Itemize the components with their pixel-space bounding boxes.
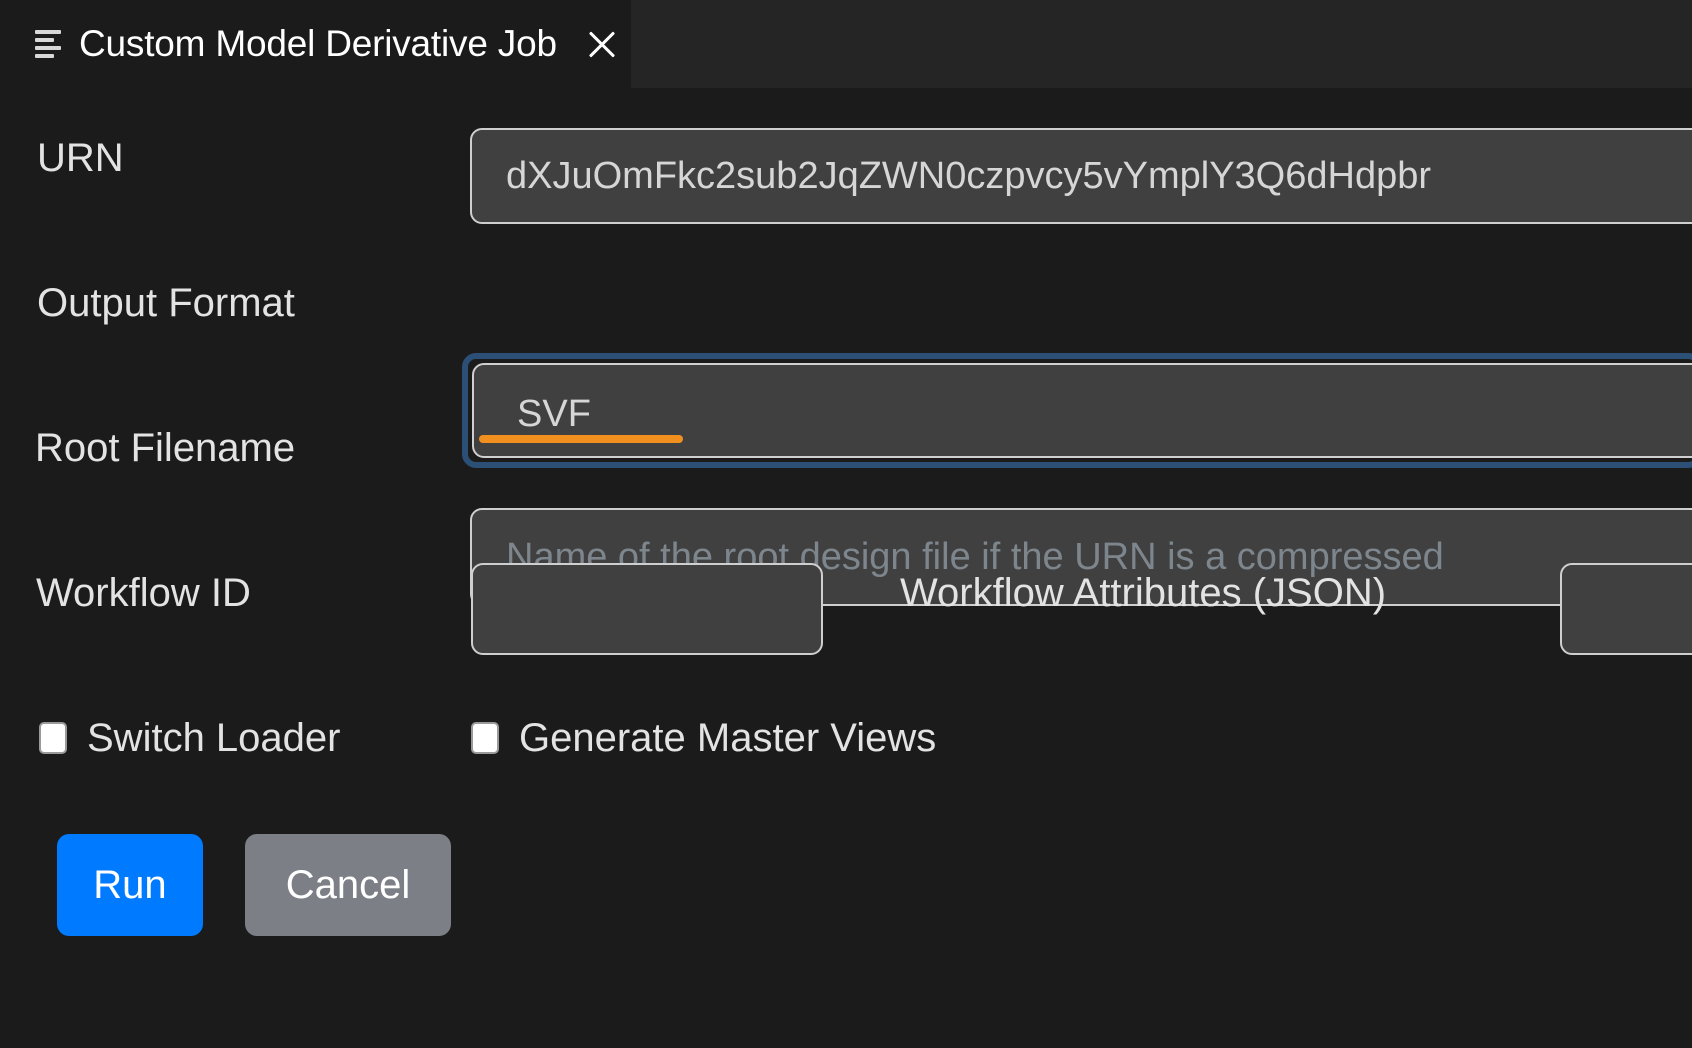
checkbox-switch-loader[interactable]: Switch Loader [39,718,340,758]
hamburger-line [35,46,61,50]
output-format-label: Output Format [37,283,295,323]
hamburger-line [35,30,61,34]
job-form: URN dXJuOmFkc2sub2JqZWN0czpvcy5vYmplY3Q6… [0,88,1692,1048]
checkbox-switch-loader-label: Switch Loader [87,718,340,758]
run-button[interactable]: Run [57,834,203,936]
urn-input[interactable]: dXJuOmFkc2sub2JqZWN0czpvcy5vYmplY3Q6dHdp… [470,128,1692,224]
checkbox-generate-master-views[interactable]: Generate Master Views [471,718,936,758]
urn-value: dXJuOmFkc2sub2JqZWN0czpvcy5vYmplY3Q6dHdp… [506,157,1431,195]
page-title: Custom Model Derivative Job [79,23,557,65]
workflow-id-label: Workflow ID [36,573,251,613]
urn-label: URN [37,138,124,178]
workflow-attributes-input[interactable] [1560,563,1692,655]
output-format-accent-underline [479,435,683,443]
hamburger-line [35,38,54,42]
workflow-attributes-label: Workflow Attributes (JSON) [900,573,1386,613]
output-format-input[interactable]: SVF [472,363,1692,458]
hamburger-icon[interactable] [35,29,65,59]
checkbox-icon[interactable] [39,722,67,754]
hamburger-line [35,54,54,58]
close-icon[interactable] [583,25,621,63]
root-filename-label: Root Filename [35,428,295,468]
tab-strip: Custom Model Derivative Job [0,0,1692,88]
checkbox-row: Switch Loader Generate Master Views [0,718,1692,778]
output-format-value: SVF [517,395,591,433]
tab-custom-model-derivative-job[interactable]: Custom Model Derivative Job [0,0,631,88]
cancel-button[interactable]: Cancel [245,834,451,936]
checkbox-icon[interactable] [471,722,499,754]
action-buttons: Run Cancel [57,834,451,936]
workflow-id-input[interactable] [471,563,823,655]
checkbox-generate-master-views-label: Generate Master Views [519,718,936,758]
